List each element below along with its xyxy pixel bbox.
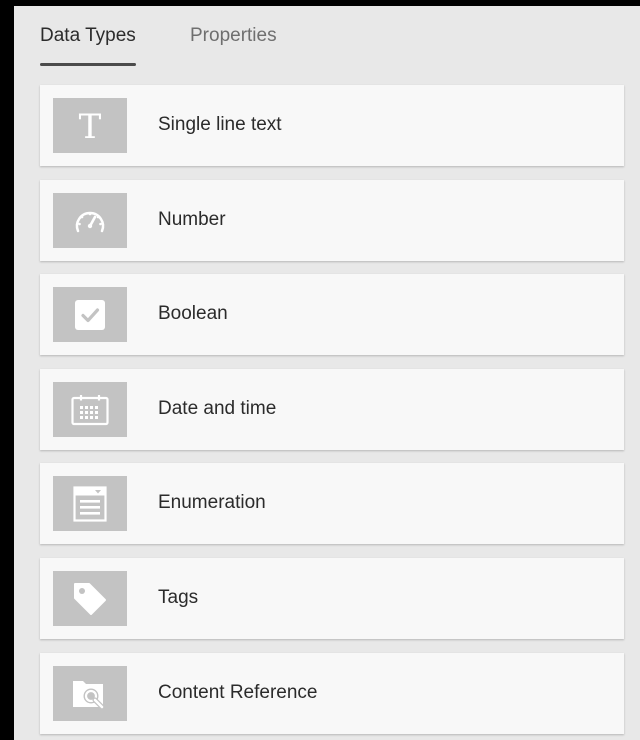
data-type-label: Single line text xyxy=(158,114,282,135)
tag-icon xyxy=(53,571,127,626)
data-type-boolean[interactable]: Boolean xyxy=(40,274,624,355)
data-type-tags[interactable]: Tags xyxy=(40,558,624,639)
svg-text:T: T xyxy=(79,110,102,142)
data-type-date-and-time[interactable]: Date and time xyxy=(40,369,624,450)
data-type-label: Number xyxy=(158,209,226,230)
data-type-enumeration[interactable]: Enumeration xyxy=(40,463,624,544)
data-type-label: Enumeration xyxy=(158,492,266,513)
text-t-icon: T xyxy=(53,98,127,153)
calendar-icon xyxy=(53,382,127,437)
data-type-label: Date and time xyxy=(158,398,277,419)
speedometer-icon xyxy=(53,193,127,248)
tab-properties[interactable]: Properties xyxy=(190,24,277,48)
dropdown-list-icon xyxy=(53,476,127,531)
data-types-panel: Data Types Properties T Single line text xyxy=(14,6,640,740)
tab-bar: Data Types Properties xyxy=(14,6,640,68)
folder-search-icon xyxy=(53,666,127,721)
active-tab-indicator xyxy=(40,63,136,66)
data-type-label: Tags xyxy=(158,587,199,608)
data-type-content-reference[interactable]: Content Reference xyxy=(40,653,624,734)
data-type-number[interactable]: Number xyxy=(40,180,624,261)
data-type-single-line-text[interactable]: T Single line text xyxy=(40,85,624,166)
data-type-label: Boolean xyxy=(158,303,228,324)
data-type-label: Content Reference xyxy=(158,682,318,703)
tab-data-types[interactable]: Data Types xyxy=(40,24,136,48)
checkbox-icon xyxy=(53,287,127,342)
